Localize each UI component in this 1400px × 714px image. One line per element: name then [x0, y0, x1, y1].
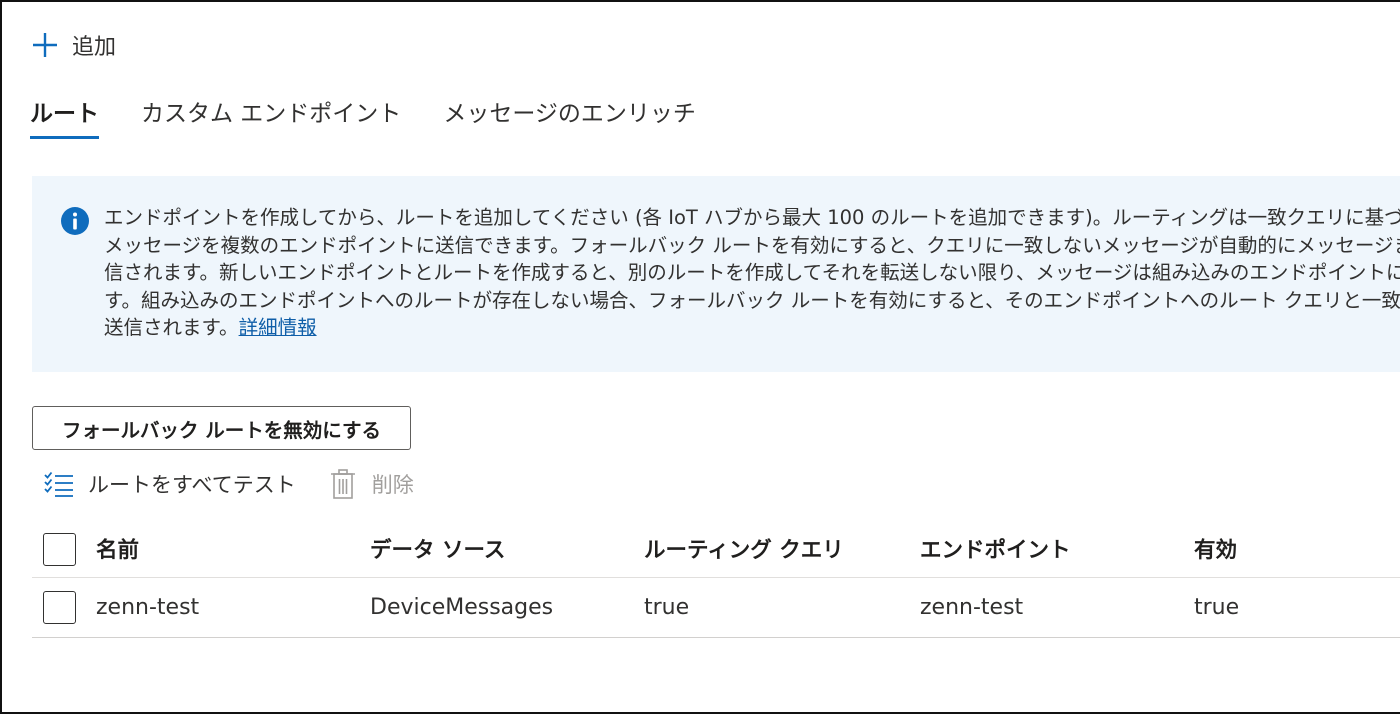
row-checkbox[interactable]	[43, 591, 76, 624]
column-header-data-source[interactable]: データ ソース	[370, 520, 505, 577]
delete-label: 削除	[371, 473, 414, 497]
select-all-checkbox[interactable]	[43, 533, 76, 566]
cell-data-source: DeviceMessages	[370, 595, 554, 620]
tab-routes[interactable]: ルート	[30, 90, 99, 142]
tab-custom-endpoints[interactable]: カスタム エンドポイント	[141, 90, 401, 142]
banner-line: 信されます。新しいエンドポイントとルートを作成すると、別のルートを作成してそれを…	[104, 261, 1400, 284]
column-header-name[interactable]: 名前	[96, 520, 139, 577]
info-banner-text: エンドポイントを作成してから、ルートを追加してください (各 IoT ハブから最…	[104, 204, 1400, 342]
toolbar: ルートをすべてテスト 削除	[42, 464, 414, 504]
banner-line-last: 送信されます。詳細情報	[104, 314, 1400, 342]
learn-more-link[interactable]: 詳細情報	[239, 316, 317, 339]
checklist-icon	[44, 471, 73, 497]
banner-line: す。組み込みのエンドポイントへのルートが存在しない場合、フォールバック ルートを…	[104, 288, 1400, 312]
add-route-button[interactable]: 追加	[30, 28, 116, 62]
tab-message-enrichment[interactable]: メッセージのエンリッチ	[443, 90, 696, 142]
tab-bar: ルート カスタム エンドポイント メッセージのエンリッチ	[30, 90, 696, 142]
cell-enabled: true	[1194, 595, 1240, 620]
add-label: 追加	[72, 35, 117, 60]
cell-endpoint: zenn-test	[920, 595, 1024, 620]
banner-line: メッセージを複数のエンドポイントに送信できます。フォールバック ルートを有効にす…	[104, 233, 1400, 257]
info-icon	[61, 207, 89, 235]
banner-line: エンドポイントを作成してから、ルートを追加してください (各 IoT ハブから最…	[104, 206, 1400, 229]
routes-table: 名前 データ ソース ルーティング クエリ エンドポイント 有効 zenn-te…	[32, 520, 1400, 638]
banner-line: 送信されます。	[104, 316, 239, 339]
cell-name: zenn-test	[96, 595, 200, 620]
disable-fallback-route-button[interactable]: フォールバック ルートを無効にする	[32, 406, 411, 450]
test-all-routes-label: ルートをすべてテスト	[88, 473, 296, 497]
cell-routing-query: true	[644, 595, 690, 620]
trash-icon	[330, 469, 355, 499]
routes-panel: 追加 ルート カスタム エンドポイント メッセージのエンリッチ エンドポイントを…	[0, 0, 1400, 714]
table-header-row: 名前 データ ソース ルーティング クエリ エンドポイント 有効	[32, 520, 1400, 578]
column-header-routing-query[interactable]: ルーティング クエリ	[644, 520, 844, 577]
table-row[interactable]: zenn-test DeviceMessages true zenn-test …	[32, 578, 1400, 638]
column-header-enabled[interactable]: 有効	[1194, 520, 1237, 577]
delete-button[interactable]: 削除	[326, 467, 414, 501]
column-header-endpoint[interactable]: エンドポイント	[920, 520, 1071, 577]
test-all-routes-button[interactable]: ルートをすべてテスト	[42, 467, 296, 501]
info-banner: エンドポイントを作成してから、ルートを追加してください (各 IoT ハブから最…	[32, 176, 1400, 372]
plus-icon	[33, 33, 57, 57]
